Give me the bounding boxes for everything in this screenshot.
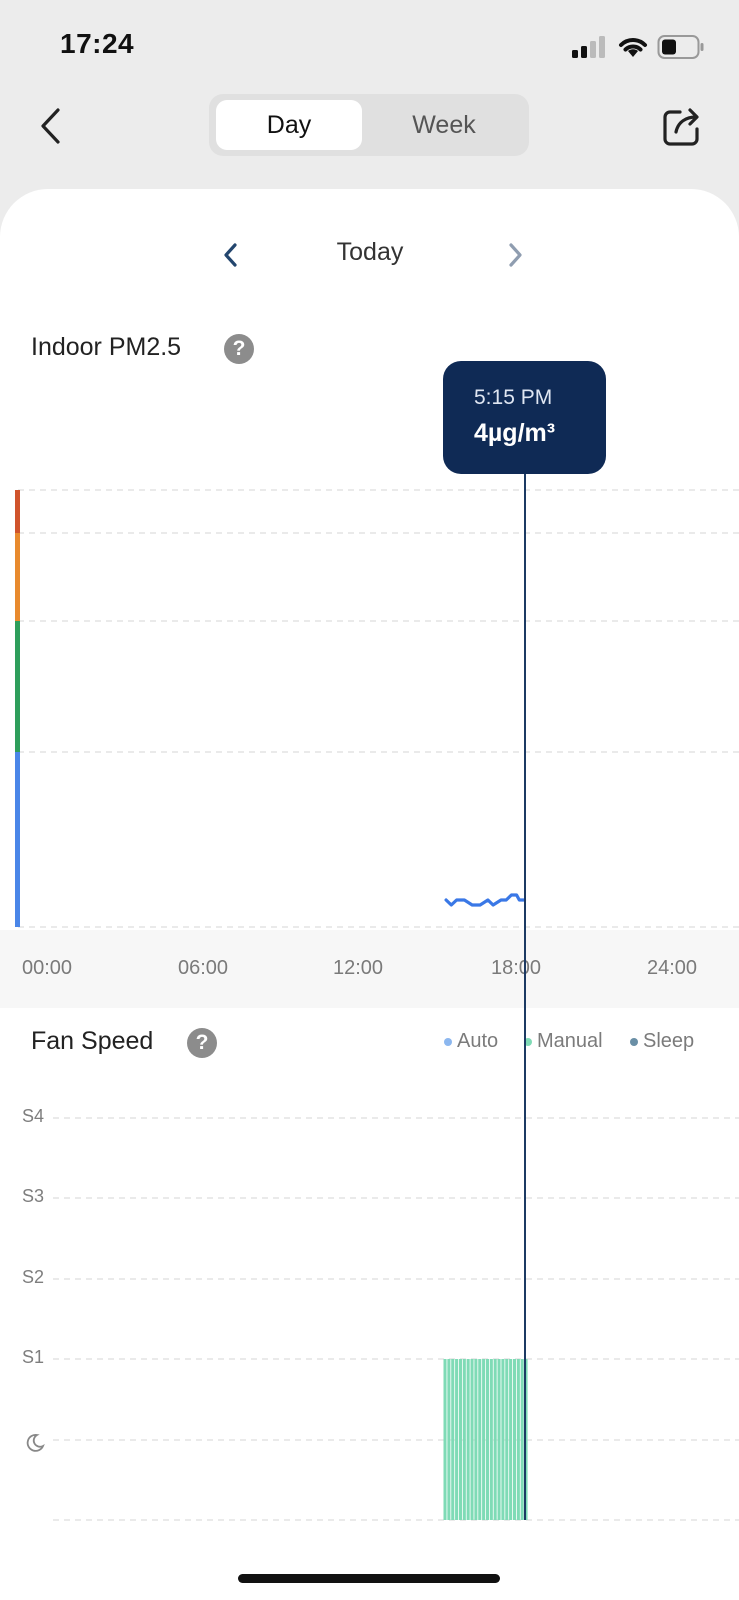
date-label: Today	[336, 238, 404, 266]
fan-speed-help-button[interactable]: ?	[187, 1028, 217, 1058]
x-tick-label: 12:00	[333, 957, 384, 979]
legend-dot	[630, 1037, 638, 1046]
next-day-button[interactable]	[500, 240, 530, 270]
legend-dot	[444, 1037, 452, 1046]
legend-sleep: Sleep	[630, 1030, 694, 1053]
battery-icon	[657, 35, 704, 59]
fan-gridlines	[53, 1117, 739, 1521]
level-bar-good	[15, 752, 20, 927]
x-tick-label: 00:00	[22, 957, 73, 979]
fan-speed-chart	[53, 1117, 739, 1521]
signal-icon	[572, 36, 605, 58]
pm25-gridlines	[18, 489, 739, 928]
legend-auto: Auto	[444, 1030, 498, 1053]
share-icon[interactable]	[662, 104, 702, 148]
previous-day-button[interactable]	[216, 240, 246, 270]
status-time: 17:24	[60, 28, 135, 59]
tab-week[interactable]: Week	[371, 100, 517, 150]
level-bar-very-unhealthy	[15, 490, 20, 533]
tab-day[interactable]: Day	[216, 100, 362, 150]
fan-speed-bar	[458, 1359, 462, 1520]
wifi-icon	[619, 38, 647, 57]
fan-speed-bar	[493, 1359, 497, 1520]
legend-label: Manual	[537, 1030, 603, 1052]
pm25-level-bar	[15, 490, 20, 927]
fan-speed-bar	[505, 1359, 509, 1520]
fan-speed-bar	[443, 1359, 447, 1520]
pm25-help-button[interactable]: ?	[224, 334, 254, 364]
selection-cursor-line[interactable]	[524, 474, 526, 1520]
fan-speed-bar	[462, 1359, 466, 1520]
legend-label: Auto	[457, 1030, 499, 1052]
home-indicator	[238, 1574, 500, 1583]
fan-speed-bar	[451, 1359, 455, 1520]
question-icon: ?	[232, 337, 246, 360]
fan-speed-bar	[447, 1359, 451, 1520]
x-tick-label: 06:00	[178, 957, 229, 979]
fan-speed-bar	[466, 1359, 470, 1520]
fan-speed-bar	[474, 1359, 478, 1520]
fan-speed-bar	[512, 1359, 517, 1520]
back-button[interactable]	[30, 100, 70, 152]
pm25-chart	[15, 489, 739, 928]
pm25-tooltip: 5:15 PM 4µg/m³	[443, 361, 606, 474]
x-tick-label: 24:00	[647, 957, 698, 979]
fan-speed-bar	[509, 1359, 513, 1520]
level-bar-unhealthy	[15, 533, 20, 621]
legend-label: Sleep	[643, 1030, 695, 1052]
fan-speed-bar	[516, 1359, 520, 1520]
x-tick-label: 18:00	[491, 957, 542, 979]
fan-speed-bar	[501, 1359, 505, 1520]
fan-speed-bar	[470, 1359, 474, 1520]
tooltip-value: 4µg/m³	[474, 419, 556, 447]
fan-speed-bar	[497, 1359, 501, 1520]
tooltip-time: 5:15 PM	[474, 386, 553, 409]
fan-speed-bar	[485, 1359, 489, 1520]
pm25-title: Indoor PM2.5	[31, 333, 182, 361]
chevron-left-icon	[41, 108, 60, 144]
fan-speed-title: Fan Speed	[31, 1027, 154, 1055]
fan-speed-bar	[482, 1359, 486, 1520]
fan-speed-bar	[489, 1359, 493, 1520]
level-bar-moderate	[15, 621, 20, 752]
fan-speed-bar	[478, 1359, 482, 1520]
question-icon: ?	[195, 1031, 209, 1054]
period-segmented-control: Day Week	[209, 94, 529, 156]
pm25-line	[444, 893, 527, 907]
legend-manual: Manual	[524, 1030, 603, 1053]
fan-speed-bar	[455, 1359, 459, 1520]
